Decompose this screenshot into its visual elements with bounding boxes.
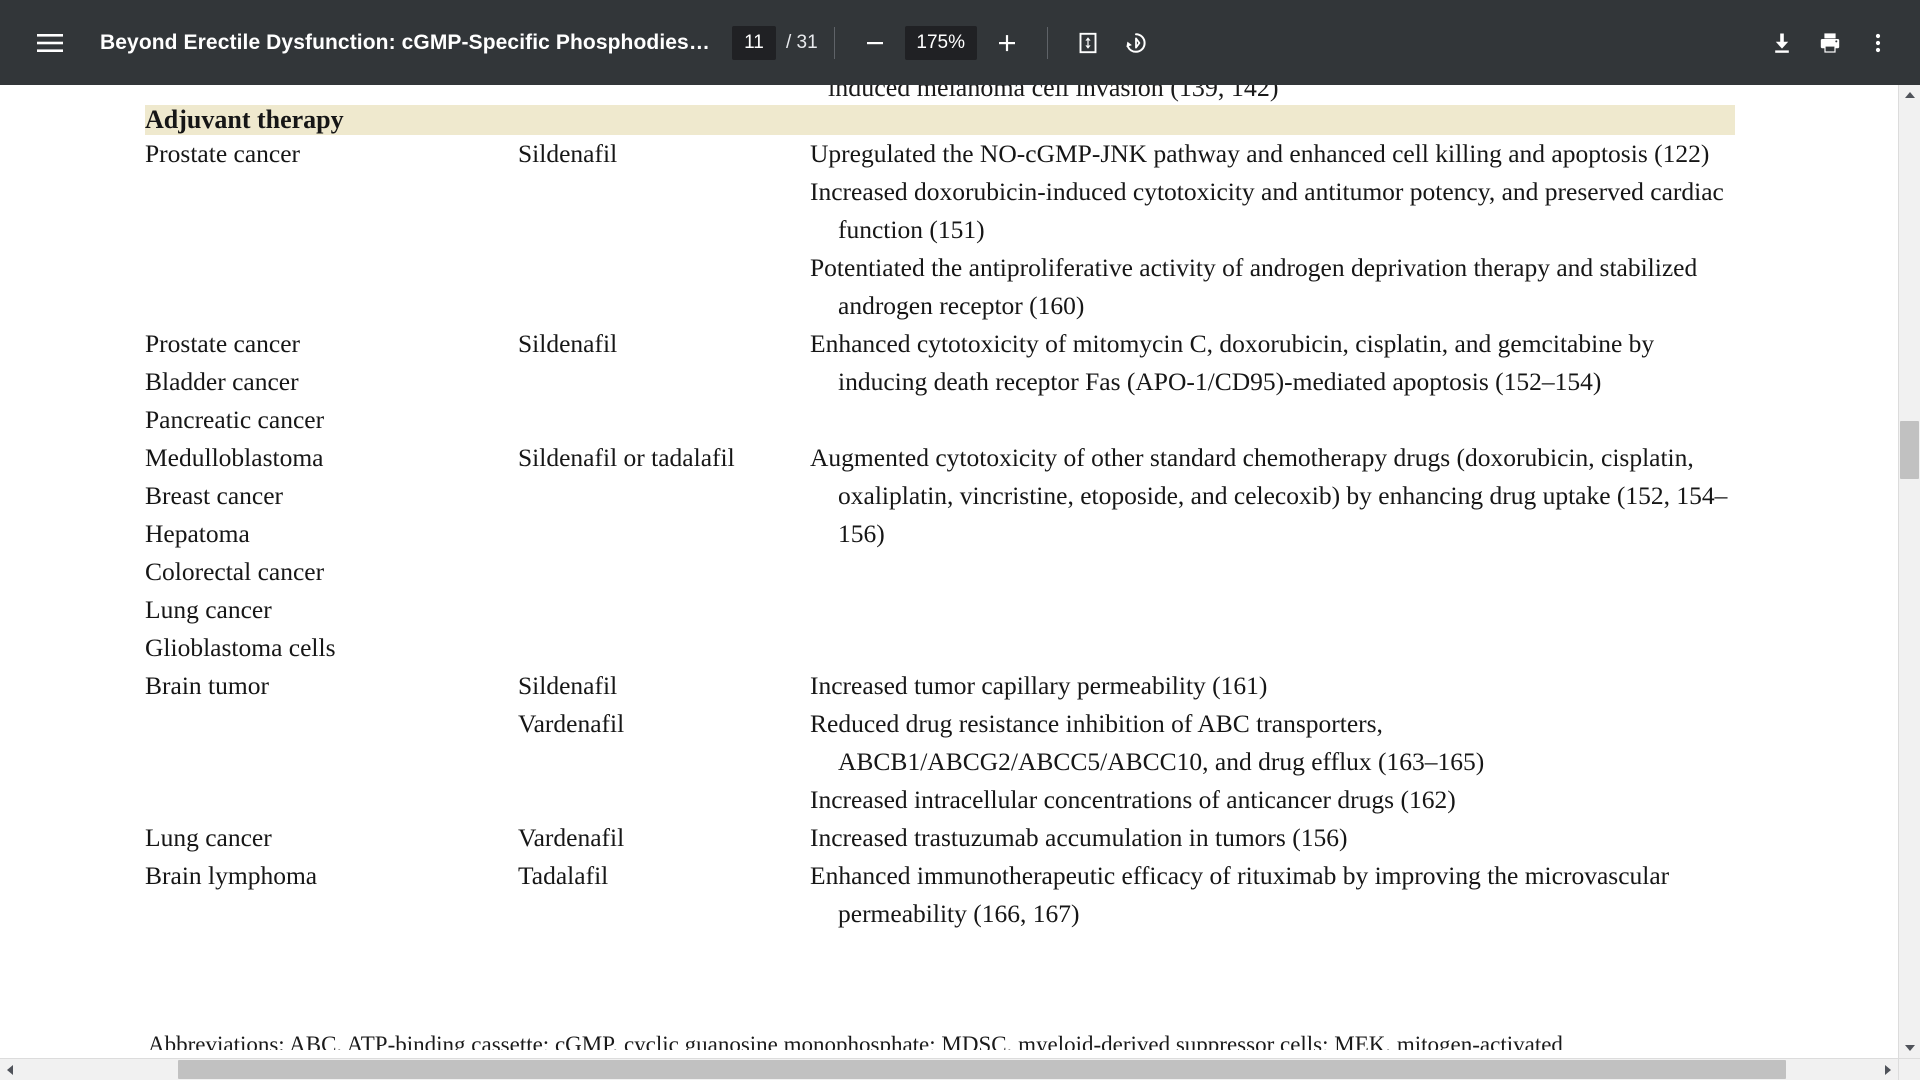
drug-item: Sildenafil bbox=[518, 329, 618, 358]
disease-item: Lung cancer bbox=[145, 595, 272, 624]
effect-cell: Augmented cytotoxicity of other standard… bbox=[810, 439, 1735, 667]
disease-item: Pancreatic cancer bbox=[145, 405, 325, 434]
disease-item: Brain lymphoma bbox=[145, 861, 318, 890]
pdf-viewer-toolbar: Beyond Erectile Dysfunction: cGMP-Specif… bbox=[0, 0, 1920, 85]
effect-cell: Enhanced cytotoxicity of mitomycin C, do… bbox=[810, 325, 1735, 439]
drug-item: Sildenafil or tadalafil bbox=[518, 443, 735, 472]
disease-item: Glioblastoma cells bbox=[145, 633, 336, 662]
hamburger-menu-icon[interactable] bbox=[26, 19, 74, 67]
scrollbar-corner bbox=[1898, 1058, 1920, 1080]
effect-cell: Increased tumor capillary permeability (… bbox=[810, 667, 1735, 819]
effect-item: Increased intracellular concentrations o… bbox=[810, 785, 1456, 814]
scroll-up-arrow-icon[interactable] bbox=[1899, 85, 1920, 105]
disease-item: Prostate cancer bbox=[145, 139, 301, 168]
table-section-header-row: Adjuvant therapy bbox=[145, 105, 1735, 135]
drug-cell: Sildenafil bbox=[518, 325, 810, 439]
drug-item: Vardenafil bbox=[518, 709, 625, 738]
section-header-cell: Adjuvant therapy bbox=[145, 105, 1735, 135]
effect-item: Increased trastuzumab accumulation in tu… bbox=[810, 823, 1348, 852]
zoom-controls: 175% bbox=[851, 19, 1031, 67]
zoom-in-button[interactable] bbox=[983, 19, 1031, 67]
disease-cell: Prostate cancer Bladder cancer Pancreati… bbox=[145, 325, 518, 439]
effect-cell: Increased trastuzumab accumulation in tu… bbox=[810, 819, 1735, 933]
clipped-footnote-line: Abbreviations: ABC, ATP-binding cassette… bbox=[148, 1032, 1563, 1050]
effect-item: Upregulated the NO-cGMP-JNK pathway and … bbox=[810, 139, 1710, 168]
scroll-left-arrow-icon[interactable] bbox=[0, 1059, 20, 1080]
document-title: Beyond Erectile Dysfunction: cGMP-Specif… bbox=[100, 30, 710, 54]
table-row: Medulloblastoma Breast cancer Hepatoma C… bbox=[145, 439, 1735, 667]
horizontal-scrollbar-thumb[interactable] bbox=[178, 1060, 1786, 1079]
drug-item: Sildenafil bbox=[518, 139, 618, 168]
disease-item: Bladder cancer bbox=[145, 367, 299, 396]
page-count-label: / 31 bbox=[786, 31, 818, 53]
scroll-right-arrow-icon[interactable] bbox=[1878, 1059, 1898, 1080]
disease-cell: Lung cancer Brain lymphoma bbox=[145, 819, 518, 933]
toolbar-left-group: Beyond Erectile Dysfunction: cGMP-Specif… bbox=[0, 19, 710, 67]
disease-item: Lung cancer bbox=[145, 823, 272, 852]
disease-item: Prostate cancer bbox=[145, 329, 301, 358]
scroll-down-arrow-icon[interactable] bbox=[1899, 1038, 1920, 1058]
effect-item: Enhanced cytotoxicity of mitomycin C, do… bbox=[810, 329, 1655, 396]
table-row: Prostate cancer Bladder cancer Pancreati… bbox=[145, 325, 1735, 439]
zoom-out-button[interactable] bbox=[851, 19, 899, 67]
horizontal-scrollbar[interactable] bbox=[0, 1058, 1898, 1080]
vertical-scrollbar[interactable] bbox=[1898, 85, 1920, 1058]
adjuvant-therapy-table: Adjuvant therapy Prostate cancer Sildena… bbox=[145, 105, 1735, 933]
table-row: Brain tumor Sildenafil Vardenafil Increa… bbox=[145, 667, 1735, 819]
disease-cell: Medulloblastoma Breast cancer Hepatoma C… bbox=[145, 439, 518, 667]
pdf-document-viewer[interactable]: induced melanoma cell invasion (139, 142… bbox=[0, 85, 1920, 1080]
drug-item: Tadalafil bbox=[518, 861, 609, 890]
effect-item: Enhanced immunotherapeutic efficacy of r… bbox=[810, 861, 1670, 928]
page-navigation: / 31 bbox=[732, 25, 818, 60]
table-row: Lung cancer Brain lymphoma Vardenafil Ta… bbox=[145, 819, 1735, 933]
table-body: Adjuvant therapy Prostate cancer Sildena… bbox=[145, 105, 1735, 933]
zoom-level-display[interactable]: 175% bbox=[904, 25, 977, 60]
drug-cell: Sildenafil bbox=[518, 135, 810, 325]
disease-item: Medulloblastoma bbox=[145, 443, 324, 472]
disease-item: Breast cancer bbox=[145, 481, 284, 510]
drug-cell: Sildenafil or tadalafil bbox=[518, 439, 810, 667]
disease-item: Brain tumor bbox=[145, 671, 269, 700]
more-options-kebab-icon[interactable] bbox=[1854, 19, 1902, 67]
disease-cell: Brain tumor bbox=[145, 667, 518, 819]
clipped-line-above-table: induced melanoma cell invasion (139, 142… bbox=[828, 85, 1279, 102]
print-icon[interactable] bbox=[1806, 19, 1854, 67]
toolbar-center-group: / 31 175% bbox=[710, 19, 1160, 67]
page-number-input[interactable] bbox=[732, 25, 776, 60]
effect-cell: Upregulated the NO-cGMP-JNK pathway and … bbox=[810, 135, 1735, 325]
effect-item: Increased doxorubicin-induced cytotoxici… bbox=[810, 177, 1724, 244]
disease-cell: Prostate cancer bbox=[145, 135, 518, 325]
drug-item: Vardenafil bbox=[518, 823, 625, 852]
toolbar-divider-1 bbox=[833, 26, 835, 59]
drug-item: Sildenafil bbox=[518, 671, 618, 700]
toolbar-right-group bbox=[1758, 19, 1920, 67]
vertical-scrollbar-thumb[interactable] bbox=[1900, 421, 1919, 479]
download-icon[interactable] bbox=[1758, 19, 1806, 67]
disease-item: Hepatoma bbox=[145, 519, 250, 548]
toolbar-divider-2 bbox=[1046, 26, 1048, 59]
table-row: Prostate cancer Sildenafil Upregulated t… bbox=[145, 135, 1735, 325]
effect-item: Reduced drug resistance inhibition of AB… bbox=[810, 709, 1485, 776]
fit-to-page-icon[interactable] bbox=[1064, 19, 1112, 67]
drug-cell: Vardenafil Tadalafil bbox=[518, 819, 810, 933]
pdf-page-surface: induced melanoma cell invasion (139, 142… bbox=[0, 85, 1898, 1050]
drug-cell: Sildenafil Vardenafil bbox=[518, 667, 810, 819]
effect-item: Augmented cytotoxicity of other standard… bbox=[810, 443, 1728, 548]
rotate-counterclockwise-icon[interactable] bbox=[1112, 19, 1160, 67]
effect-item: Increased tumor capillary permeability (… bbox=[810, 671, 1268, 700]
disease-item: Colorectal cancer bbox=[145, 557, 325, 586]
effect-item: Potentiated the antiproliferative activi… bbox=[810, 253, 1698, 320]
